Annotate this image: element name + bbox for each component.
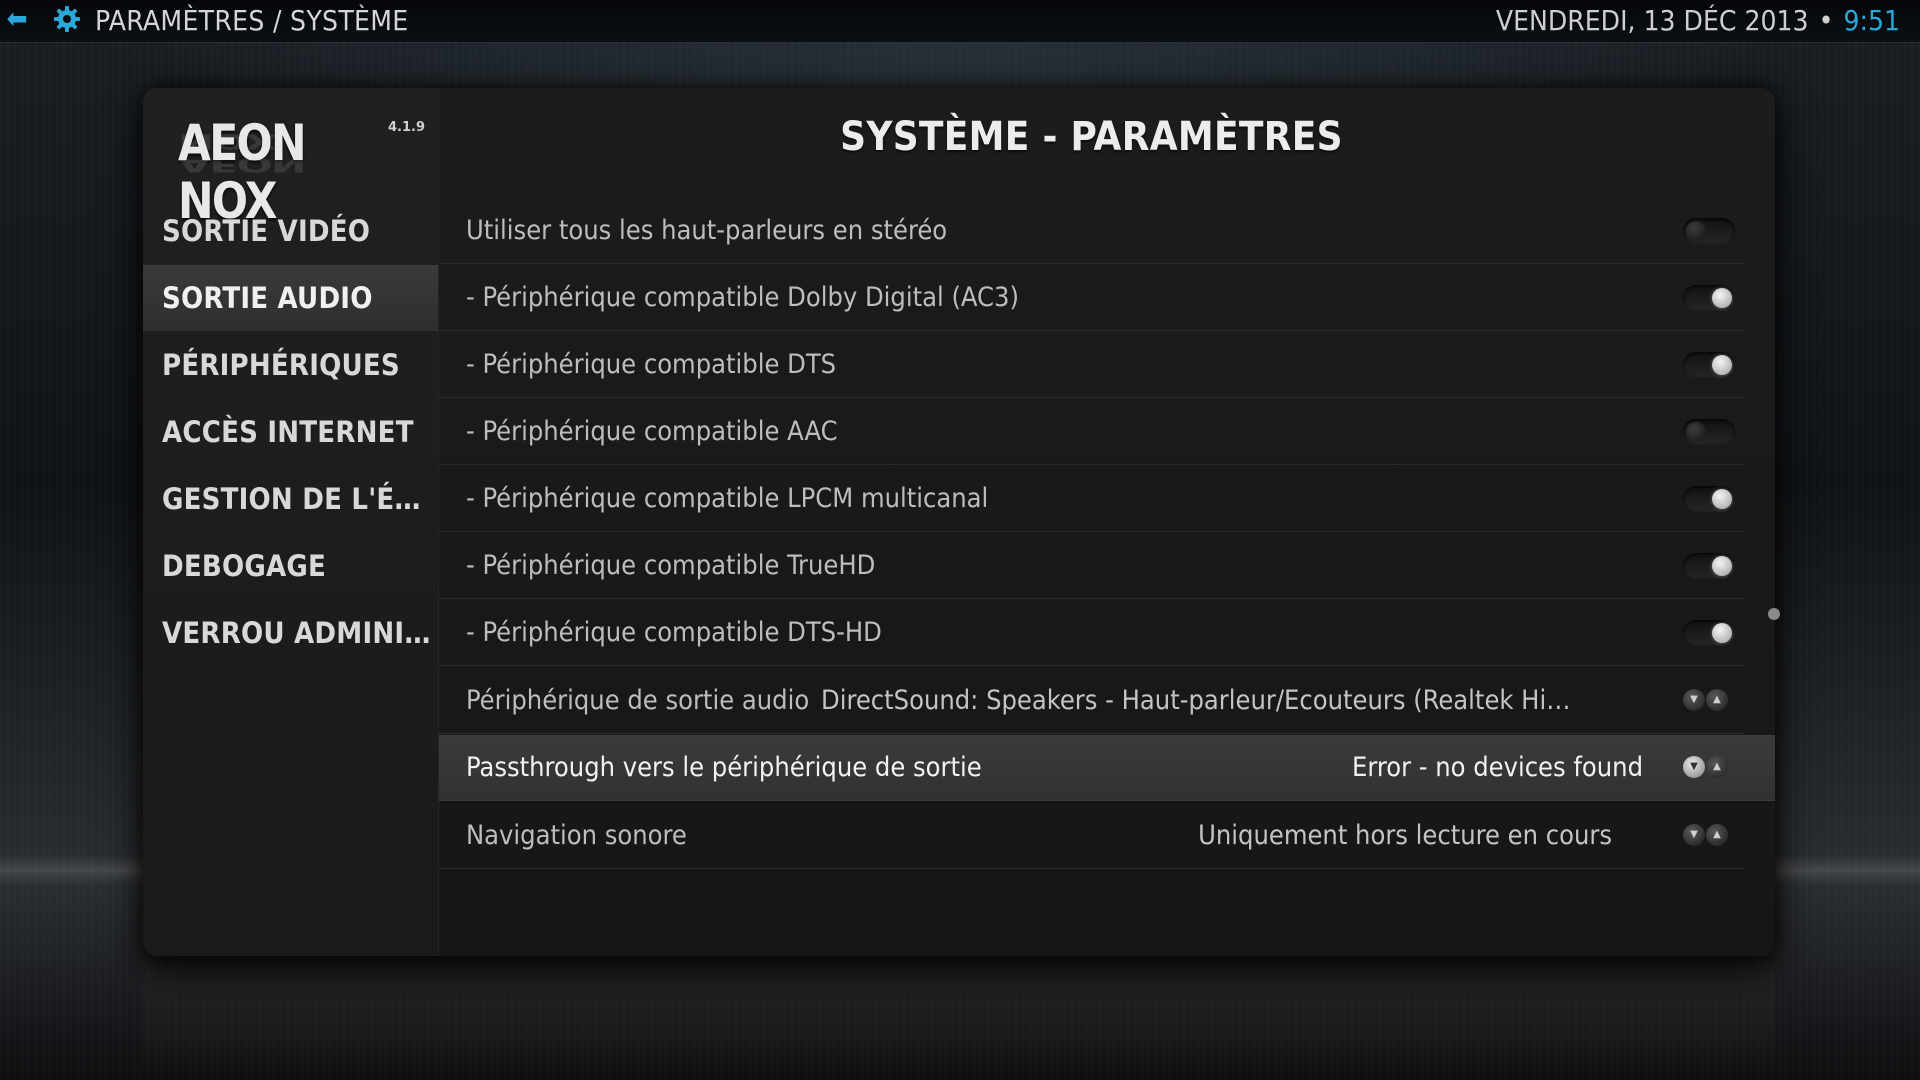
date-time: VENDREDI, 13 DÉC 2013 • 9:51 (1496, 4, 1900, 38)
scroll-indicator[interactable] (1768, 608, 1780, 620)
setting-row-dtshd[interactable]: - Périphérique compatible DTS-HD (439, 600, 1744, 666)
setting-row-audio-output-device[interactable]: Périphérique de sortie audio DirectSound… (439, 668, 1744, 734)
toggle-switch[interactable] (1683, 486, 1735, 512)
setting-row-truehd[interactable]: - Périphérique compatible TrueHD (439, 533, 1744, 599)
setting-label: - Périphérique compatible DTS (466, 349, 837, 380)
toggle-switch[interactable] (1683, 218, 1735, 244)
spinner-up-icon[interactable]: ▲ (1706, 756, 1728, 778)
page-title: SYSTÈME - PARAMÈTRES (840, 114, 1343, 160)
separator-dot: • (1818, 4, 1834, 37)
setting-row-lpcm[interactable]: - Périphérique compatible LPCM multicana… (439, 466, 1744, 532)
toggle-knob (1712, 489, 1732, 509)
spinner-up-icon[interactable]: ▲ (1706, 689, 1728, 711)
spinner-up-icon[interactable]: ▲ (1706, 824, 1728, 846)
setting-label: Utiliser tous les haut-parleurs en stéré… (466, 215, 948, 246)
setting-label: Périphérique de sortie audio (466, 685, 810, 716)
setting-row-stereo-upmix[interactable]: Utiliser tous les haut-parleurs en stéré… (439, 198, 1744, 264)
setting-label: - Périphérique compatible DTS-HD (466, 617, 882, 648)
toggle-knob (1712, 355, 1732, 375)
setting-value: Error - no devices found (1351, 752, 1643, 783)
toggle-switch[interactable] (1683, 285, 1735, 311)
sidebar-item-audio-output[interactable]: SORTIE AUDIO (143, 265, 438, 331)
spinner-down-icon[interactable]: ▼ (1683, 824, 1705, 846)
setting-row-ac3[interactable]: - Périphérique compatible Dolby Digital … (439, 265, 1744, 331)
setting-label: - Périphérique compatible TrueHD (466, 550, 876, 581)
setting-label: Passthrough vers le périphérique de sort… (466, 752, 982, 783)
setting-label: - Périphérique compatible Dolby Digital … (466, 282, 1019, 313)
toggle-switch[interactable] (1683, 620, 1735, 646)
sidebar-item-video-output[interactable]: SORTIE VIDÉO (143, 198, 438, 264)
panel-reflection (143, 965, 1775, 1080)
setting-label: - Périphérique compatible AAC (466, 416, 838, 447)
sidebar-item-peripherals[interactable]: PÉRIPHÉRIQUES (143, 332, 438, 398)
toggle-switch[interactable] (1683, 553, 1735, 579)
setting-row-gui-sounds[interactable]: Navigation sonore Uniquement hors lectur… (439, 803, 1744, 869)
toggle-switch[interactable] (1683, 419, 1735, 445)
sidebar-item-power-management[interactable]: GESTION DE L'ÉNE... (143, 466, 438, 532)
logo-reflection: AEON NOX (178, 129, 305, 176)
back-arrow-icon[interactable]: ⬅ (2, 4, 32, 34)
sidebar: AEON NOX 4.1.9 AEON NOX SORTIE VIDÉO SOR… (143, 88, 439, 956)
toggle-knob (1686, 221, 1706, 241)
date-text: VENDREDI, 13 DÉC 2013 (1495, 4, 1809, 37)
gear-icon (54, 6, 80, 32)
toggle-knob (1712, 288, 1732, 308)
toggle-knob (1712, 623, 1732, 643)
sidebar-item-internet-access[interactable]: ACCÈS INTERNET (143, 399, 438, 465)
settings-content: SYSTÈME - PARAMÈTRES Utiliser tous les h… (439, 88, 1775, 956)
breadcrumb: PARAMÈTRES / SYSTÈME (95, 4, 409, 37)
setting-row-passthrough-device[interactable]: Passthrough vers le périphérique de sort… (439, 735, 1775, 801)
clock-time: 9:51 (1843, 4, 1900, 37)
sidebar-item-debugging[interactable]: DEBOGAGE (143, 533, 438, 599)
toggle-knob (1686, 422, 1706, 442)
setting-label: Navigation sonore (466, 820, 687, 851)
toggle-knob (1712, 556, 1732, 576)
setting-label: - Périphérique compatible LPCM multicana… (466, 483, 989, 514)
top-bar: ⬅ PARAMÈTRES / SYSTÈME VENDREDI, 13 DÉC … (0, 0, 1920, 43)
settings-panel: AEON NOX 4.1.9 AEON NOX SORTIE VIDÉO SOR… (143, 88, 1780, 956)
spinner-down-icon[interactable]: ▼ (1683, 756, 1705, 778)
toggle-switch[interactable] (1683, 352, 1735, 378)
setting-value: DirectSound: Speakers - Haut-parleur/Eco… (821, 685, 1575, 716)
setting-row-dts[interactable]: - Périphérique compatible DTS (439, 332, 1744, 398)
spinner-down-icon[interactable]: ▼ (1683, 689, 1705, 711)
sidebar-item-master-lock[interactable]: VERROU ADMINIS... (143, 600, 438, 666)
setting-row-aac[interactable]: - Périphérique compatible AAC (439, 399, 1744, 465)
setting-value: Uniquement hors lecture en cours (1198, 820, 1612, 851)
